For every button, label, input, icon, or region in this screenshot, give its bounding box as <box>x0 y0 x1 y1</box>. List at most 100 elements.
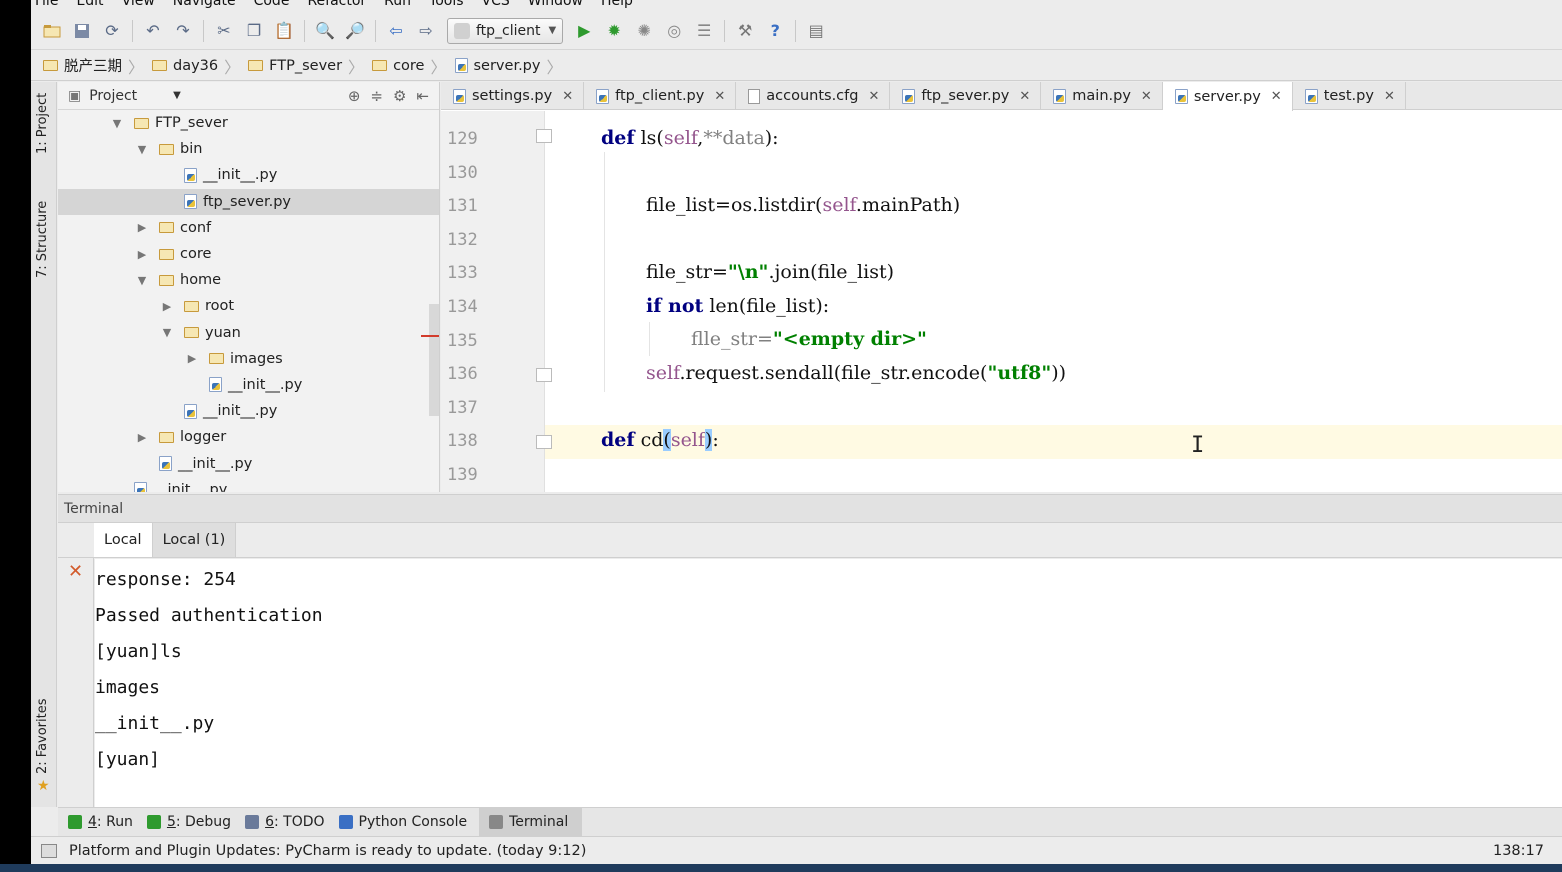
project-tool-button[interactable]: 1: Project <box>35 93 50 154</box>
fold-marker-icon[interactable] <box>536 435 552 449</box>
close-tab-icon[interactable]: ✕ <box>1271 89 1282 104</box>
close-tab-icon[interactable]: ✕ <box>562 89 573 104</box>
code-line-135[interactable]: flle_str="<empty dir>" <box>691 328 927 350</box>
code-line-131[interactable]: file_list=os.listdir(self.mainPath) <box>646 194 960 216</box>
tree-folder-item[interactable]: ▶ root <box>58 293 439 319</box>
editor-tab[interactable]: ftp_sever.py ✕ <box>890 82 1042 110</box>
tree-folder-item[interactable]: ▶ logger <box>58 424 439 450</box>
menu-edit[interactable]: Edit <box>67 0 112 8</box>
bottom-tool-debug[interactable]: 5: Debug <box>145 808 243 837</box>
tree-file-item[interactable]: __init__.py <box>58 372 439 398</box>
editor-tab[interactable]: test.py ✕ <box>1293 82 1406 110</box>
editor-tab[interactable]: settings.py ✕ <box>441 82 585 110</box>
collapsed-arrow-icon[interactable]: ▶ <box>135 431 149 444</box>
editor-tab[interactable]: server.py ✕ <box>1162 82 1293 111</box>
settings-icon[interactable]: ⚒ <box>734 20 756 42</box>
code-line-134[interactable]: if not len(file_list): <box>646 295 829 317</box>
open-folder-icon[interactable] <box>41 20 63 42</box>
menu-help[interactable]: Help <box>592 0 642 8</box>
menu-tools[interactable]: Tools <box>420 0 473 8</box>
replace-icon[interactable]: 🔎 <box>344 20 366 42</box>
editor-tab[interactable]: main.py ✕ <box>1041 82 1163 110</box>
status-message[interactable]: Platform and Plugin Updates: PyCharm is … <box>69 843 586 859</box>
tree-folder-item[interactable]: ▶ conf <box>58 215 439 241</box>
error-stripe-marker[interactable] <box>421 335 439 337</box>
terminal-tab-local[interactable]: Local <box>94 523 153 557</box>
save-icon[interactable] <box>71 20 93 42</box>
tree-folder-item[interactable]: ▼ bin <box>58 136 439 162</box>
terminal-output[interactable]: response: 254 Passed authentication [yuan]… <box>95 559 1562 807</box>
undo-icon[interactable]: ↶ <box>142 20 164 42</box>
menu-view[interactable]: View <box>113 0 164 8</box>
favorites-tool-button[interactable]: 2: Favorites <box>35 698 50 774</box>
paste-icon[interactable]: 📋 <box>273 20 295 42</box>
menu-file[interactable]: File <box>31 0 67 8</box>
run-icon[interactable]: ▶ <box>573 20 595 42</box>
code-line-129[interactable]: def ls(self,**data): <box>601 127 779 149</box>
find-icon[interactable]: 🔍 <box>314 20 336 42</box>
bottom-tool-python-console[interactable]: Python Console <box>337 808 480 837</box>
fold-marker-icon[interactable] <box>536 129 552 143</box>
project-view-select[interactable]: Project <box>89 88 137 104</box>
concurrency-icon[interactable]: ☰ <box>693 20 715 42</box>
tree-folder-item[interactable]: ▼ home <box>58 267 439 293</box>
tree-file-item[interactable]: __init__.py <box>58 450 439 476</box>
tool-windows-toggle-icon[interactable] <box>41 843 57 858</box>
structure-tool-button[interactable]: 7: Structure <box>35 201 50 278</box>
close-tab-icon[interactable]: ✕ <box>1019 89 1030 104</box>
code-line-133[interactable]: file_str="\n".join(file_list) <box>646 261 894 283</box>
tree-folder-item[interactable]: ▼ yuan <box>58 320 439 346</box>
redo-icon[interactable]: ↷ <box>172 20 194 42</box>
collapsed-arrow-icon[interactable]: ▶ <box>185 352 199 365</box>
menu-code[interactable]: Code <box>245 0 299 8</box>
help-icon[interactable]: ? <box>764 20 786 42</box>
tree-file-item[interactable]: __init__.py <box>58 398 439 424</box>
fold-marker-icon[interactable] <box>536 368 552 382</box>
editor-tab[interactable]: accounts.cfg ✕ <box>736 82 891 110</box>
menu-run[interactable]: Run <box>375 0 420 8</box>
breadcrumb-item[interactable]: server.py 〉 <box>453 54 569 78</box>
close-tab-icon[interactable]: ✕ <box>1384 89 1395 104</box>
collapsed-arrow-icon[interactable]: ▶ <box>135 248 149 261</box>
expanded-arrow-icon[interactable]: ▼ <box>110 117 124 130</box>
close-tab-icon[interactable]: ✕ <box>868 89 879 104</box>
expanded-arrow-icon[interactable]: ▼ <box>135 143 149 156</box>
close-session-icon[interactable]: ✕ <box>68 561 83 582</box>
menu-vcs[interactable]: VCS <box>473 0 519 8</box>
breadcrumb-item[interactable]: 脱产三期〉 <box>41 54 150 78</box>
collapsed-arrow-icon[interactable]: ▶ <box>160 300 174 313</box>
tree-file-item[interactable]: __init__.py <box>58 162 439 188</box>
collapse-all-icon[interactable]: ≑ <box>370 87 383 105</box>
breadcrumb-item[interactable]: FTP_sever 〉 <box>246 54 370 78</box>
terminal-tab-local-1[interactable]: Local (1) <box>152 523 237 557</box>
sdk-icon[interactable]: ▤ <box>805 20 827 42</box>
editor-tab[interactable]: ftp_client.py ✕ <box>584 82 737 110</box>
cut-icon[interactable]: ✂ <box>213 20 235 42</box>
gear-icon[interactable]: ⚙ <box>393 87 406 105</box>
sync-icon[interactable]: ⟳ <box>101 20 123 42</box>
breadcrumb-item[interactable]: day36 〉 <box>150 54 246 78</box>
tree-folder-item[interactable]: ▶ core <box>58 241 439 267</box>
code-line-138[interactable]: def cd(self): <box>601 429 719 451</box>
expanded-arrow-icon[interactable]: ▼ <box>135 274 149 287</box>
menu-refactor[interactable]: Refactor <box>298 0 375 8</box>
coverage-icon[interactable]: ✺ <box>633 20 655 42</box>
hide-panel-icon[interactable]: ⇤ <box>416 87 429 105</box>
menu-window[interactable]: Window <box>519 0 592 8</box>
bottom-tool-terminal[interactable]: Terminal <box>479 807 583 837</box>
chevron-down-icon[interactable]: ▼ <box>173 90 181 101</box>
breadcrumb-item[interactable]: core 〉 <box>370 54 452 78</box>
scroll-from-source-icon[interactable]: ⊕ <box>348 87 361 105</box>
debug-icon[interactable]: ✹ <box>603 20 625 42</box>
expanded-arrow-icon[interactable]: ▼ <box>160 326 174 339</box>
close-tab-icon[interactable]: ✕ <box>714 89 725 104</box>
run-config-select[interactable]: ftp_client ▼ <box>447 17 564 44</box>
tree-folder-item[interactable]: ▶ images <box>58 346 439 372</box>
caret-position[interactable]: 138:17 <box>1493 843 1544 859</box>
tree-file-item[interactable]: __init__.py <box>58 477 439 492</box>
menu-navigate[interactable]: Navigate <box>164 0 245 8</box>
profile-icon[interactable]: ◎ <box>663 20 685 42</box>
forward-icon[interactable]: ⇨ <box>415 20 437 42</box>
tree-folder-item[interactable]: ▼ FTP_sever <box>58 110 439 136</box>
tree-scrollbar[interactable] <box>429 304 439 416</box>
